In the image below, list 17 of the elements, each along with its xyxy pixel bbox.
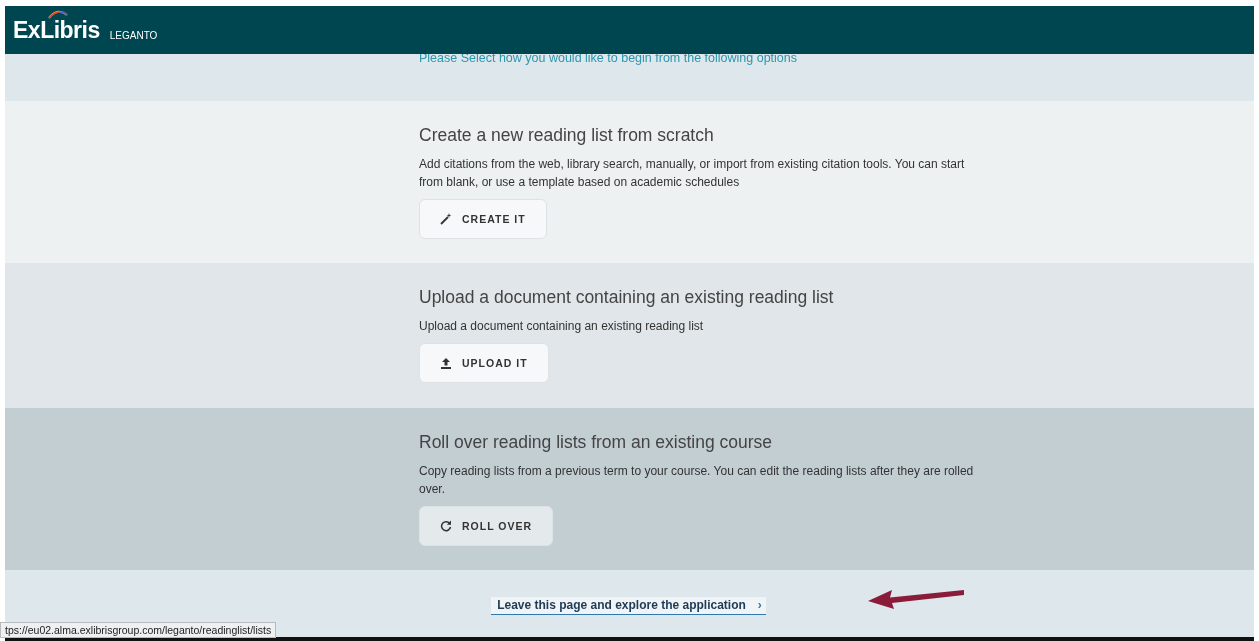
rainbow-arc-icon xyxy=(47,9,69,19)
status-url: tps://eu02.alma.exlibrisgroup.com/leganto/readinglist/lists xyxy=(0,622,277,638)
brand-logo: ExLibris xyxy=(13,17,100,44)
option-description: Copy reading lists from a previous term to your course. You can edit the reading lists after they are rolled over. xyxy=(419,463,975,498)
upload-icon xyxy=(440,357,452,369)
option-button[interactable]: ROLL OVER xyxy=(419,506,554,546)
option-button[interactable]: UPLOAD IT xyxy=(419,343,549,383)
product-name: LEGANTO xyxy=(109,30,158,43)
option-title: Create a new reading list from scratch xyxy=(419,125,715,146)
option-title: Roll over reading lists from an existing course xyxy=(419,432,774,453)
option-title: Upload a document containing an existing reading list xyxy=(419,287,835,308)
magic-wand-icon xyxy=(440,213,452,225)
option-button[interactable]: CREATE IT xyxy=(419,199,547,239)
option-description: Add citations from the web, library search, manually, or import from existing citation tools. You can start from blank, or use a template based on academic schedules xyxy=(419,156,966,191)
explore-link[interactable]: Leave this page and explore the application › xyxy=(491,597,766,615)
refresh-icon xyxy=(440,520,452,532)
option-description: Upload a document containing an existing reading list xyxy=(419,318,705,335)
